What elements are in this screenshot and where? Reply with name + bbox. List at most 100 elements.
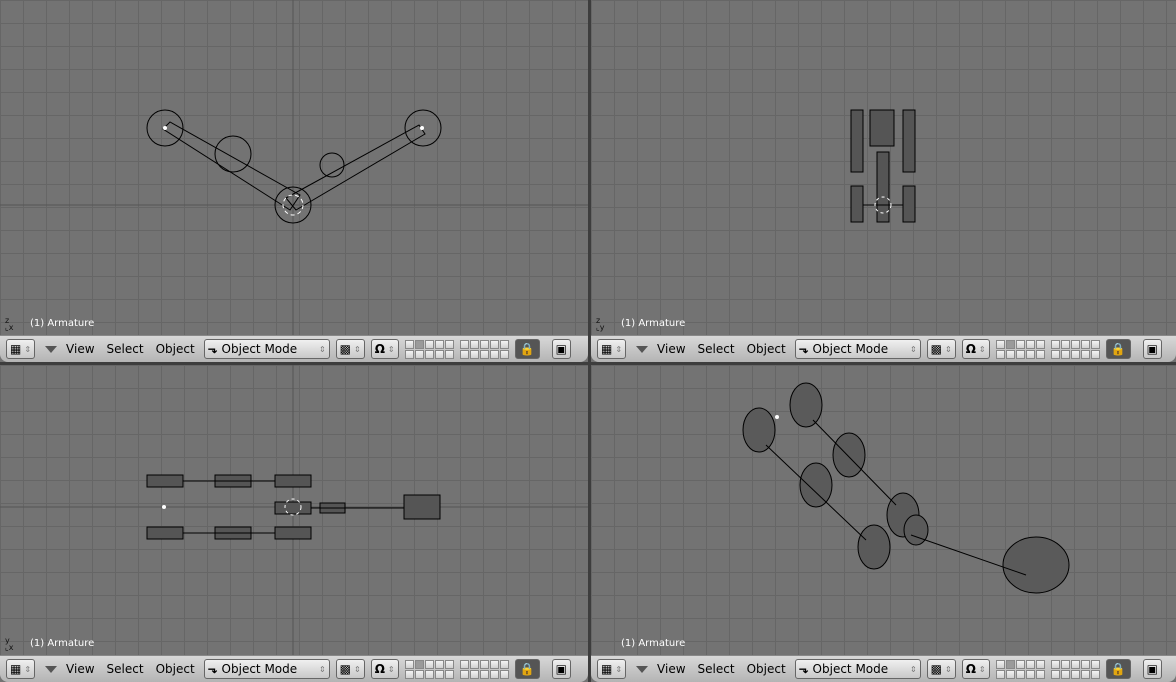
layer-button[interactable] xyxy=(459,339,469,349)
layer-button[interactable] xyxy=(1005,659,1015,669)
layer-button[interactable] xyxy=(1080,669,1090,679)
layer-button[interactable] xyxy=(489,659,499,669)
layer-button[interactable] xyxy=(1070,669,1080,679)
draw-type-select[interactable]: ▩ ⇕ xyxy=(926,339,956,359)
layer-button[interactable] xyxy=(414,659,424,669)
layer-button[interactable] xyxy=(444,349,454,359)
layer-button[interactable] xyxy=(499,339,509,349)
layer-button[interactable] xyxy=(1015,349,1025,359)
layer-button[interactable] xyxy=(1080,339,1090,349)
layer-button[interactable] xyxy=(995,339,1005,349)
layer-button[interactable] xyxy=(479,659,489,669)
layer-button[interactable] xyxy=(995,659,1005,669)
layer-button[interactable] xyxy=(1080,349,1090,359)
layer-button[interactable] xyxy=(489,669,499,679)
layer-button[interactable] xyxy=(479,669,489,679)
layer-button[interactable] xyxy=(479,339,489,349)
layer-button[interactable] xyxy=(1050,349,1060,359)
editor-type-button[interactable]: ▦ ⇕ xyxy=(6,339,36,359)
layer-buttons[interactable] xyxy=(404,659,454,679)
layer-button[interactable] xyxy=(499,669,509,679)
mode-select[interactable]: ⬎ Object Mode ⇕ xyxy=(794,659,921,679)
layer-button[interactable] xyxy=(1070,659,1080,669)
mode-select[interactable]: ⬎ Object Mode ⇕ xyxy=(203,659,330,679)
layer-button[interactable] xyxy=(1015,339,1025,349)
layer-button[interactable] xyxy=(444,669,454,679)
layer-button[interactable] xyxy=(444,659,454,669)
menu-view[interactable]: View xyxy=(654,342,688,356)
layer-button[interactable] xyxy=(469,349,479,359)
menu-select[interactable]: Select xyxy=(695,342,738,356)
menu-view[interactable]: View xyxy=(63,662,97,676)
layer-button[interactable] xyxy=(1080,659,1090,669)
layer-button[interactable] xyxy=(1090,659,1100,669)
pivot-select[interactable]: Ω ⇕ xyxy=(370,659,399,679)
layer-button[interactable] xyxy=(1025,339,1035,349)
layer-button[interactable] xyxy=(1060,659,1070,669)
render-button[interactable]: ▣ xyxy=(551,339,571,359)
menu-object[interactable]: Object xyxy=(153,662,198,676)
layer-button[interactable] xyxy=(479,349,489,359)
menu-object[interactable]: Object xyxy=(744,662,789,676)
layer-button[interactable] xyxy=(434,339,444,349)
layer-button[interactable] xyxy=(1050,669,1060,679)
layer-button[interactable] xyxy=(1050,659,1060,669)
draw-type-select[interactable]: ▩ ⇕ xyxy=(335,339,365,359)
layer-button[interactable] xyxy=(1035,349,1045,359)
collapse-menu-icon[interactable] xyxy=(45,665,58,673)
menu-view[interactable]: View xyxy=(63,342,97,356)
layer-button[interactable] xyxy=(1090,669,1100,679)
layer-button[interactable] xyxy=(1015,669,1025,679)
lock-button[interactable]: 🔒 xyxy=(1105,339,1131,359)
menu-view[interactable]: View xyxy=(654,662,688,676)
draw-type-select[interactable]: ▩ ⇕ xyxy=(335,659,365,679)
menu-select[interactable]: Select xyxy=(695,662,738,676)
layer-button[interactable] xyxy=(1005,669,1015,679)
layer-buttons-2[interactable] xyxy=(1050,339,1100,359)
lock-button[interactable]: 🔒 xyxy=(514,659,540,679)
render-button[interactable]: ▣ xyxy=(1142,339,1162,359)
layer-button[interactable] xyxy=(459,669,469,679)
layer-button[interactable] xyxy=(469,669,479,679)
layer-button[interactable] xyxy=(1070,339,1080,349)
mode-select[interactable]: ⬎ Object Mode ⇕ xyxy=(794,339,921,359)
layer-button[interactable] xyxy=(1005,349,1015,359)
layer-button[interactable] xyxy=(1090,339,1100,349)
layer-button[interactable] xyxy=(444,339,454,349)
pivot-select[interactable]: Ω ⇕ xyxy=(961,659,990,679)
layer-buttons-2[interactable] xyxy=(1050,659,1100,679)
layer-button[interactable] xyxy=(469,339,479,349)
collapse-menu-icon[interactable] xyxy=(636,345,649,353)
3d-view-canvas[interactable]: z ⌞y (1) Armature xyxy=(591,0,1176,335)
layer-button[interactable] xyxy=(1060,339,1070,349)
layer-button[interactable] xyxy=(1090,349,1100,359)
layer-button[interactable] xyxy=(424,669,434,679)
render-button[interactable]: ▣ xyxy=(551,659,571,679)
editor-type-button[interactable]: ▦ ⇕ xyxy=(6,659,36,679)
layer-button[interactable] xyxy=(404,339,414,349)
layer-button[interactable] xyxy=(995,669,1005,679)
layer-button[interactable] xyxy=(1035,669,1045,679)
layer-button[interactable] xyxy=(1060,669,1070,679)
layer-button[interactable] xyxy=(1050,339,1060,349)
layer-button[interactable] xyxy=(434,349,444,359)
layer-button[interactable] xyxy=(404,349,414,359)
layer-button[interactable] xyxy=(424,659,434,669)
lock-button[interactable]: 🔒 xyxy=(1105,659,1131,679)
menu-select[interactable]: Select xyxy=(104,342,147,356)
layer-button[interactable] xyxy=(489,349,499,359)
3d-view-canvas[interactable]: z ⌞x (1) Armature xyxy=(0,0,588,335)
pivot-select[interactable]: Ω ⇕ xyxy=(370,339,399,359)
menu-select[interactable]: Select xyxy=(104,662,147,676)
layer-button[interactable] xyxy=(404,659,414,669)
collapse-menu-icon[interactable] xyxy=(636,665,649,673)
layer-button[interactable] xyxy=(434,659,444,669)
editor-type-button[interactable]: ▦ ⇕ xyxy=(597,659,627,679)
pivot-select[interactable]: Ω ⇕ xyxy=(961,339,990,359)
layer-button[interactable] xyxy=(995,349,1005,359)
editor-type-button[interactable]: ▦ ⇕ xyxy=(597,339,627,359)
layer-button[interactable] xyxy=(499,349,509,359)
layer-button[interactable] xyxy=(459,659,469,669)
lock-button[interactable]: 🔒 xyxy=(514,339,540,359)
menu-object[interactable]: Object xyxy=(744,342,789,356)
